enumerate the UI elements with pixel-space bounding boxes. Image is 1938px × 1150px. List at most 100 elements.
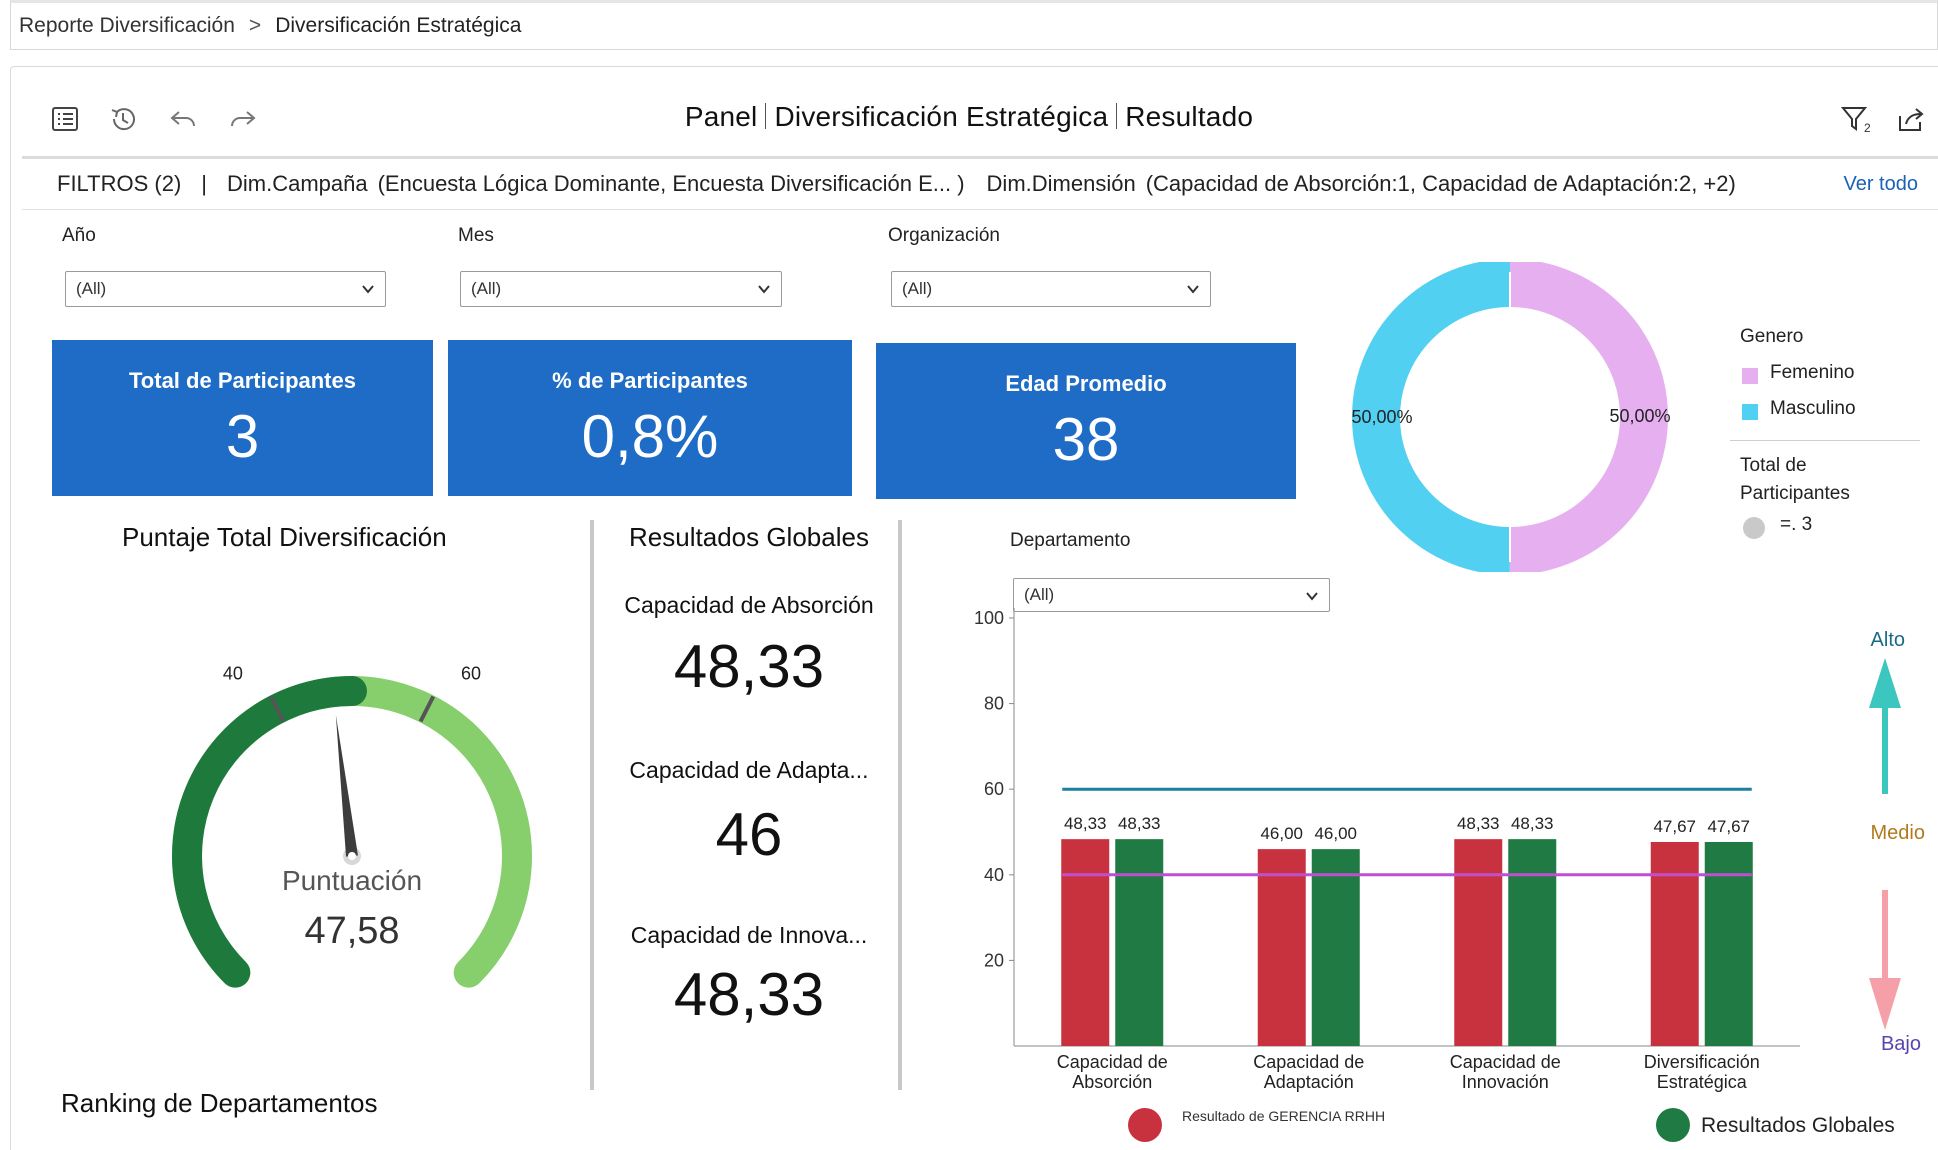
y-tick-label: 80 xyxy=(984,694,1004,714)
arrow-down-icon xyxy=(1869,978,1901,1030)
metric-value-innovation: 48,33 xyxy=(673,961,825,1028)
gauge-needle-pivot xyxy=(348,852,356,860)
scale-label-mid: Medio xyxy=(1871,822,1925,844)
legend-item-masculino[interactable]: Masculino xyxy=(1770,398,1856,420)
legend-total-label: Total de Participantes xyxy=(1740,455,1850,504)
gauge-chart: 40 60 Puntuación 47,58 xyxy=(172,663,532,988)
gender-donut-chart: 50,00% 50,00% xyxy=(1351,262,1671,572)
bar xyxy=(1257,849,1306,1046)
month-select[interactable]: (All) xyxy=(460,271,782,307)
legend-label-series-2: Resultados Globales xyxy=(1701,1114,1895,1137)
legend-marker-series-1 xyxy=(1128,1108,1162,1142)
scale-label-high: Alto xyxy=(1871,629,1905,651)
bar-value-label: 46,00 xyxy=(1260,824,1303,843)
gauge-value: 47,58 xyxy=(304,910,399,952)
arrow-up-shaft xyxy=(1882,706,1888,794)
x-category-label: Absorción xyxy=(1072,1072,1152,1092)
metric-label-innovation: Capacidad de Innova... xyxy=(630,922,868,948)
x-category-label: Diversificación xyxy=(1644,1052,1760,1072)
kpi-label: Edad Promedio xyxy=(1005,371,1167,396)
bar xyxy=(1454,839,1503,1046)
breadcrumb-separator: > xyxy=(248,14,262,37)
organization-select[interactable]: (All) xyxy=(891,271,1211,307)
year-label: Año xyxy=(62,225,96,246)
kpi-total-participants[interactable]: Total de Participantes 3 xyxy=(52,340,433,496)
kpi-value: 0,8% xyxy=(581,403,719,470)
month-label: Mes xyxy=(458,225,494,246)
gauge-tick-high-label: 60 xyxy=(461,663,481,683)
filter-dimension-dim[interactable]: Dim.Dimensión xyxy=(987,171,1136,197)
y-tick-label: 100 xyxy=(974,608,1004,628)
bar xyxy=(1115,839,1164,1046)
metric-value-absorption: 48,33 xyxy=(673,633,825,700)
scale-label-low: Bajo xyxy=(1881,1033,1921,1055)
view-all-link[interactable]: Ver todo xyxy=(1843,173,1918,196)
chevron-down-icon xyxy=(758,285,770,294)
department-label: Departamento xyxy=(1010,530,1131,551)
title-part-report: Diversificación Estratégica xyxy=(774,101,1109,132)
bar-value-label: 48,33 xyxy=(1457,814,1500,833)
gender-legend-title: Genero xyxy=(1740,326,1804,347)
x-category-label: Capacidad de xyxy=(1450,1052,1561,1072)
title-part-panel: Panel xyxy=(684,101,758,132)
gauge-label: Puntuación xyxy=(282,865,422,896)
bar xyxy=(1061,839,1110,1046)
metric-label-adaptation: Capacidad de Adapta... xyxy=(629,757,869,783)
bar xyxy=(1650,841,1699,1046)
kpi-value: 3 xyxy=(225,403,260,470)
breadcrumb-parent[interactable]: Reporte Diversificación xyxy=(19,14,235,38)
kpi-value: 38 xyxy=(1052,406,1120,473)
year-select[interactable]: (All) xyxy=(65,271,386,307)
department-bar-chart: 2040608010048,33 48,33Capacidad deAbsorci… xyxy=(974,608,1925,1142)
metric-value-adaptation: 46 xyxy=(715,801,783,868)
year-select-value: (All) xyxy=(76,279,107,298)
legend-swatch-masculino xyxy=(1742,404,1758,420)
bar-value-label: 46,00 xyxy=(1314,824,1357,843)
organization-select-value: (All) xyxy=(902,279,933,298)
global-results-title: Resultados Globales xyxy=(629,522,869,552)
legend-total-marker xyxy=(1743,517,1765,539)
ranking-title: Ranking de Departamentos xyxy=(61,1088,378,1118)
title-part-result: Resultado xyxy=(1125,101,1254,132)
kpi-label: Total de Participantes xyxy=(129,368,356,393)
metric-label-absorption: Capacidad de Absorción xyxy=(624,592,874,618)
x-category-label: Innovación xyxy=(1462,1072,1549,1092)
x-category-label: Estratégica xyxy=(1657,1072,1748,1092)
gauge-title: Puntaje Total Diversificación xyxy=(122,522,447,552)
filter-campaign-values[interactable]: (Encuesta Lógica Dominante, Encuesta Div… xyxy=(378,171,965,197)
bar-value-label: 48,33 xyxy=(1511,814,1554,833)
y-tick-label: 60 xyxy=(984,779,1004,799)
breadcrumb-current: Diversificación Estratégica xyxy=(275,14,522,37)
filter-dimension-values[interactable]: (Capacidad de Absorción:1, Capacidad de … xyxy=(1146,171,1736,197)
legend-swatch-femenino xyxy=(1742,368,1758,384)
bar xyxy=(1704,841,1753,1046)
chevron-down-icon xyxy=(362,285,374,294)
bar-value-label: 48,33 xyxy=(1064,814,1107,833)
filter-campaign-dim[interactable]: Dim.Campaña xyxy=(227,171,368,197)
chevron-down-icon xyxy=(1187,285,1199,294)
bar-value-label: 47,67 xyxy=(1707,817,1750,836)
breadcrumb: Reporte Diversificación > Diversificació… xyxy=(10,0,1938,50)
kpi-percent-participants[interactable]: % de Participantes 0,8% xyxy=(448,340,852,496)
gauge-tick-low-label: 40 xyxy=(223,663,243,683)
kpi-label: % de Participantes xyxy=(552,368,748,393)
legend-total-value: =. 3 xyxy=(1780,514,1813,535)
legend-marker-series-2 xyxy=(1656,1108,1690,1142)
legend-item-femenino[interactable]: Femenino xyxy=(1770,362,1855,384)
bar-value-label: 48,33 xyxy=(1118,814,1161,833)
kpi-average-age[interactable]: Edad Promedio 38 xyxy=(876,343,1296,499)
bar-value-label: 47,67 xyxy=(1653,817,1696,836)
bar xyxy=(1508,839,1557,1046)
gauge-needle xyxy=(335,714,358,857)
legend-divider xyxy=(1730,440,1920,441)
donut-label-masculino: 50,00% xyxy=(1351,407,1412,427)
x-category-label: Capacidad de xyxy=(1253,1052,1364,1072)
arrow-down-shaft xyxy=(1882,890,1888,980)
filters-pipe: | xyxy=(201,171,207,196)
y-tick-label: 40 xyxy=(984,865,1004,885)
filters-count[interactable]: FILTROS (2) xyxy=(57,171,181,197)
page-title: Panel Diversificación Estratégica Resultad… xyxy=(0,101,1938,133)
arrow-up-icon xyxy=(1869,658,1901,708)
legend-label-series-1: Resultado de GERENCIA RRHH xyxy=(1182,1108,1385,1124)
filters-bar: FILTROS (2) | Dim.Campaña (Encuesta Lógi… xyxy=(22,156,1938,210)
